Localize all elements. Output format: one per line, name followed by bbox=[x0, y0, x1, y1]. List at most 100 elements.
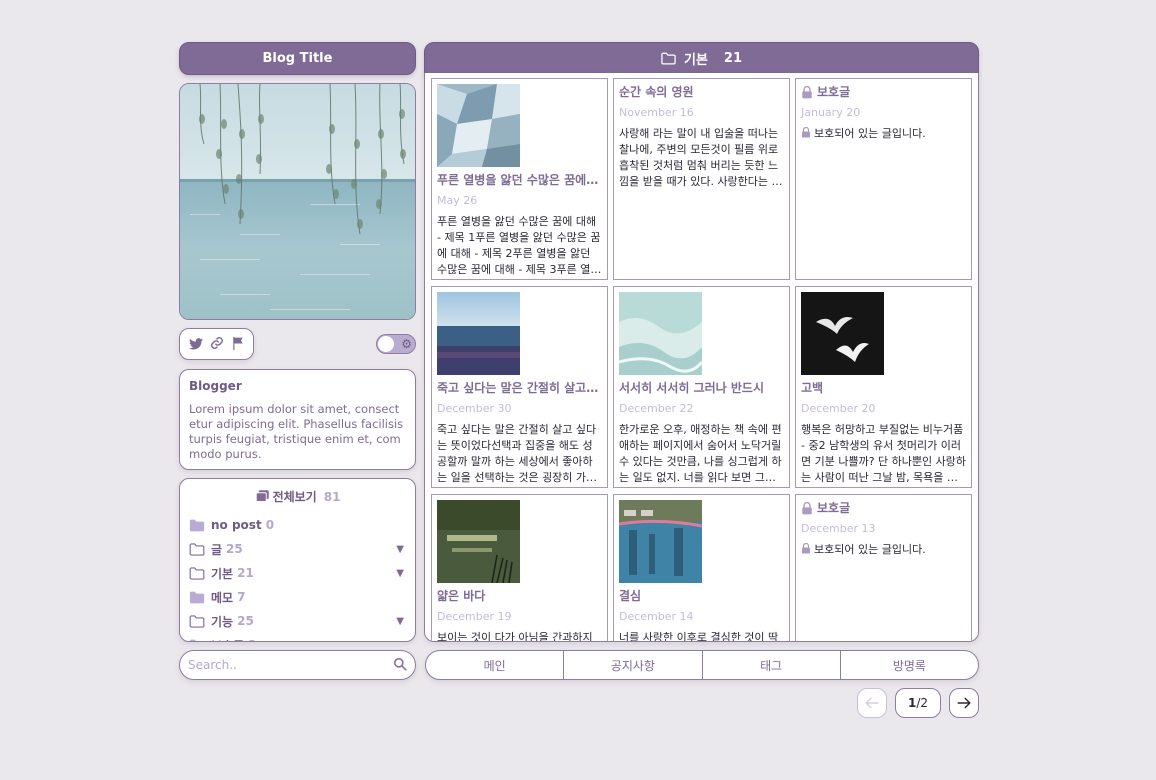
lock-icon bbox=[802, 127, 810, 138]
post-title[interactable]: 보호글 bbox=[801, 500, 966, 516]
blog-title-bar[interactable]: Blog Title bbox=[179, 42, 416, 75]
post-title[interactable]: 푸른 열병을 앓던 수많은 꿈에 대해 bbox=[437, 172, 602, 188]
total-pages: 2 bbox=[920, 696, 929, 710]
tab-tags[interactable]: 태그 bbox=[703, 651, 841, 679]
post-date: December 20 bbox=[801, 402, 876, 415]
post-card[interactable]: 푸른 열병을 앓던 수많은 꿈에 대해 May 26 푸른 열병을 앓던 수많은 꿈… bbox=[431, 78, 608, 280]
category-item[interactable]: 메모 7 bbox=[189, 585, 406, 609]
flag-icon[interactable] bbox=[232, 335, 244, 354]
post-date: December 22 bbox=[619, 402, 694, 415]
category-item[interactable]: 기본 21 ▼ bbox=[189, 561, 406, 585]
expand-arrow-icon[interactable]: ▼ bbox=[396, 544, 404, 555]
expand-arrow-icon[interactable]: ▼ bbox=[396, 568, 404, 579]
folder-filled-icon bbox=[189, 519, 211, 532]
category-item[interactable]: 기능 25 ▼ bbox=[189, 609, 406, 633]
post-title[interactable]: 결심 bbox=[619, 588, 784, 604]
next-page-button[interactable] bbox=[949, 688, 979, 718]
post-title[interactable]: 순간 속의 영원 bbox=[619, 84, 784, 100]
category-label[interactable]: 보호글 bbox=[211, 637, 244, 642]
category-header-label: 기본 bbox=[683, 53, 708, 68]
post-title[interactable]: 고백 bbox=[801, 380, 966, 396]
post-date: December 30 bbox=[437, 402, 512, 415]
post-date: May 26 bbox=[437, 194, 478, 207]
post-card[interactable]: 얇은 바다 December 19 보이는 것이 다가 아님을 간과하지 말 것. … bbox=[431, 494, 608, 641]
category-count: 25 bbox=[226, 542, 243, 556]
tab-main[interactable]: 메인 bbox=[426, 651, 565, 679]
category-header: 기본 21 bbox=[424, 42, 979, 75]
category-label[interactable]: 기능 bbox=[211, 613, 233, 630]
folder-filled-icon bbox=[189, 591, 211, 604]
category-header-count: 21 bbox=[723, 51, 742, 66]
post-excerpt: 너를 사랑한 이후로 결심한 것이 딱 하나 있다 bbox=[619, 631, 779, 642]
post-title[interactable]: 얇은 바다 bbox=[437, 588, 602, 604]
post-card[interactable]: 서서히 서서히 그러나 반드시 December 22 한가로운 오후, 애정하는 … bbox=[613, 286, 790, 488]
folder-icon bbox=[661, 52, 676, 65]
gear-icon: ⚙ bbox=[401, 337, 412, 351]
category-label[interactable]: 기본 bbox=[211, 565, 233, 582]
post-date: December 13 bbox=[801, 522, 876, 535]
category-count: 3 bbox=[248, 638, 256, 641]
post-card[interactable]: 보호글 January 20 보호되어 있는 글입니다. bbox=[795, 78, 972, 280]
lock-icon bbox=[802, 543, 810, 554]
lock-icon bbox=[802, 502, 812, 515]
lock-icon bbox=[802, 86, 812, 99]
post-excerpt: 보호되어 있는 글입니다. bbox=[801, 542, 966, 558]
blog-title[interactable]: Blog Title bbox=[263, 51, 333, 66]
post-grid: 푸른 열병을 앓던 수많은 꿈에 대해 May 26 푸른 열병을 앓던 수많은 꿈… bbox=[424, 73, 979, 642]
folder-icon bbox=[189, 614, 211, 628]
post-excerpt: 사랑해 라는 말이 내 입술을 떠나는 찰나에, 주변의 모든것이 필름 위로 … bbox=[619, 127, 782, 188]
search-box bbox=[179, 650, 416, 680]
prev-page-button[interactable] bbox=[857, 688, 887, 718]
search-input[interactable] bbox=[188, 658, 393, 672]
post-card[interactable]: 죽고 싶다는 말은 간절히 살고 싶다는 뜻이었다 December 30 죽고 싶… bbox=[431, 286, 608, 488]
post-card[interactable]: 보호글 December 13 보호되어 있는 글입니다. bbox=[795, 494, 972, 641]
twitter-icon[interactable] bbox=[189, 335, 204, 354]
blog-cover-image bbox=[179, 83, 416, 320]
social-links bbox=[179, 328, 254, 360]
arrow-left-icon bbox=[865, 697, 879, 709]
post-excerpt: 푸른 열병을 앓던 수많은 꿈에 대해 - 제목 1푸른 열병을 앓던 수많은 … bbox=[437, 215, 601, 276]
expand-arrow-icon[interactable]: ▼ bbox=[396, 616, 404, 627]
post-date: December 14 bbox=[619, 610, 694, 623]
post-card[interactable]: 순간 속의 영원 November 16 사랑해 라는 말이 내 입술을 떠나는 찰… bbox=[613, 78, 790, 280]
category-count: 25 bbox=[237, 614, 254, 628]
category-item[interactable]: 보호글 3 bbox=[189, 633, 406, 642]
toggle-knob bbox=[378, 336, 394, 352]
post-title[interactable]: 보호글 bbox=[801, 84, 966, 100]
category-label[interactable]: 글 bbox=[211, 541, 222, 558]
pool-thumbnail[interactable] bbox=[619, 500, 702, 583]
crystal-thumbnail[interactable] bbox=[437, 84, 520, 167]
tab-notice[interactable]: 공지사항 bbox=[564, 651, 703, 679]
search-icon[interactable] bbox=[393, 656, 407, 675]
category-all[interactable]: 전체보기 81 bbox=[189, 488, 406, 505]
category-all-label[interactable]: 전체보기 bbox=[273, 488, 317, 505]
category-label[interactable]: 메모 bbox=[211, 589, 233, 606]
page-indicator: 1/2 bbox=[895, 688, 941, 718]
wave-thumbnail[interactable] bbox=[619, 292, 702, 375]
post-date: January 20 bbox=[801, 106, 861, 119]
sea-willow-image bbox=[180, 84, 415, 319]
category-item[interactable]: 글 25 ▼ bbox=[189, 537, 406, 561]
category-list: 전체보기 81 no post0 글 25 ▼ 기본 21 ▼ 메모 7 기능 25 ▼ 보호글 3 bbox=[179, 478, 416, 642]
category-all-count: 81 bbox=[323, 489, 341, 504]
post-title[interactable]: 서서히 서서히 그러나 반드시 bbox=[619, 380, 784, 396]
current-page: 1 bbox=[907, 696, 917, 710]
theme-toggle[interactable]: ⚙ bbox=[376, 334, 416, 354]
category-item[interactable]: no post 0 bbox=[189, 513, 406, 537]
link-icon[interactable] bbox=[209, 335, 225, 354]
post-excerpt: 행복은 허망하고 부질없는 비누거품 - 중2 남학생의 유서 첫머리가 이러면… bbox=[801, 423, 966, 484]
post-date: December 19 bbox=[437, 610, 512, 623]
folder-icon bbox=[189, 542, 211, 556]
category-label[interactable]: no post bbox=[211, 518, 262, 532]
post-excerpt: 한가로운 오후, 애정하는 책 속에 편애하는 페이지에서 숨어서 노닥거릴 수… bbox=[619, 423, 782, 484]
bottom-nav: 메인 공지사항 태그 방명록 bbox=[425, 650, 979, 680]
post-card[interactable]: 결심 December 14 너를 사랑한 이후로 결심한 것이 딱 하나 있다 bbox=[613, 494, 790, 642]
post-title[interactable]: 죽고 싶다는 말은 간절히 살고 싶다는 뜻이었다 bbox=[437, 380, 602, 396]
post-card[interactable]: 고백 December 20 행복은 허망하고 부질없는 비누거품 - 중2 남학생… bbox=[795, 286, 972, 488]
sea-thumbnail[interactable] bbox=[437, 292, 520, 375]
tab-guestbook[interactable]: 방명록 bbox=[841, 651, 978, 679]
doves-thumbnail[interactable] bbox=[801, 292, 884, 375]
pond-thumbnail[interactable] bbox=[437, 500, 520, 583]
post-excerpt: 죽고 싶다는 말은 간절히 살고 싶다는 뜻이었다선택과 집중을 해도 성공할까… bbox=[437, 423, 597, 484]
post-excerpt: 보호되어 있는 글입니다. bbox=[801, 126, 966, 142]
